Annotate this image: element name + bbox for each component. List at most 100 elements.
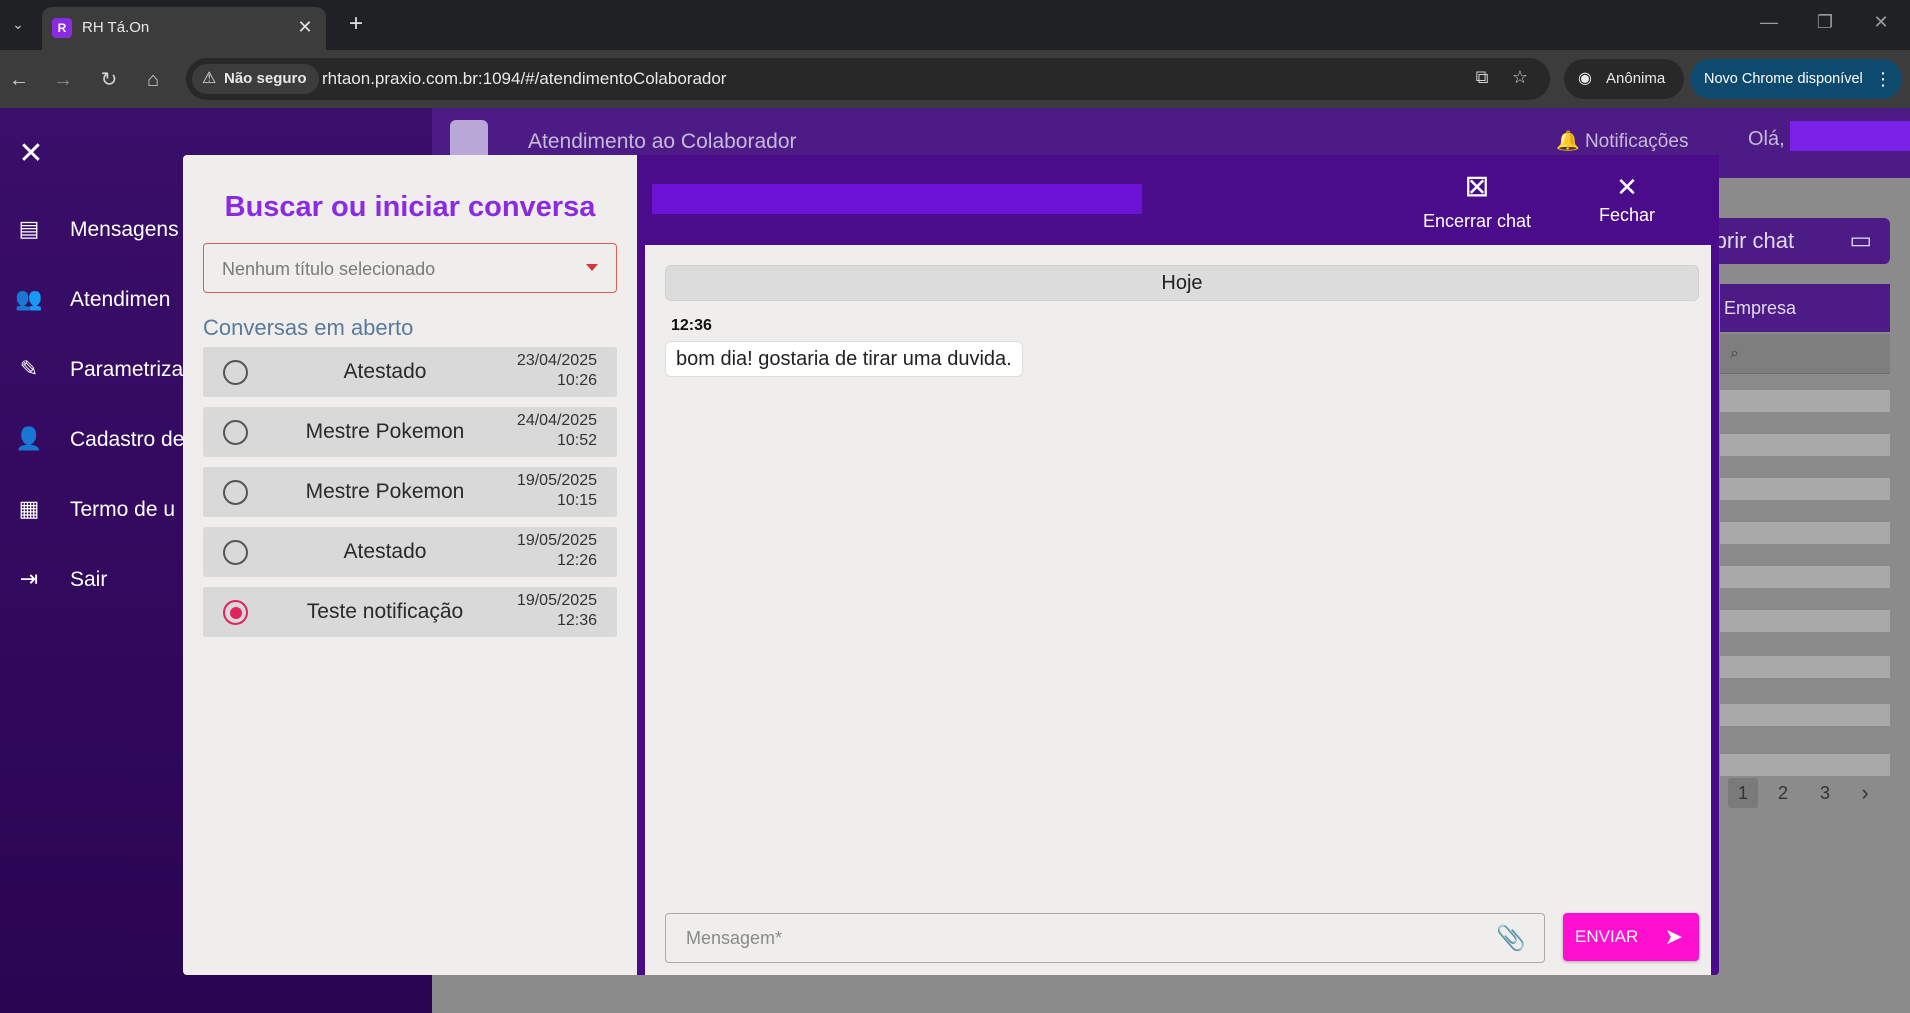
redacted-username xyxy=(1790,121,1910,151)
translate-icon[interactable]: ⧉ xyxy=(1470,67,1494,88)
page-2-button[interactable]: 2 xyxy=(1768,778,1798,808)
conversation-item[interactable]: Mestre Pokemon 24/04/2025 10:52 xyxy=(203,407,617,457)
send-icon: ➤ xyxy=(1664,924,1683,949)
reload-icon[interactable]: ↻ xyxy=(96,68,122,94)
radio-button[interactable] xyxy=(223,360,248,385)
page-1-button[interactable]: 1 xyxy=(1728,778,1758,808)
table-row[interactable] xyxy=(1720,704,1890,726)
tab-search-chevron-icon[interactable]: ⌄ xyxy=(4,10,32,38)
open-chat-button[interactable]: Abrir chat ▭ xyxy=(1692,218,1890,264)
conversation-item[interactable]: Mestre Pokemon 19/05/2025 10:15 xyxy=(203,467,617,517)
conversation-date: 23/04/2025 xyxy=(516,352,597,369)
support-icon: 👥 xyxy=(15,286,43,311)
notifications-label: Notificações xyxy=(1584,131,1689,152)
security-chip[interactable]: ⚠ Não seguro xyxy=(192,64,319,94)
sidebar-item-label: Termo de u xyxy=(70,498,176,521)
table-row[interactable] xyxy=(1720,610,1890,632)
sidebar-close-icon[interactable]: ✕ xyxy=(16,136,46,171)
send-label: ENVIAR xyxy=(1575,927,1639,946)
message-icon: ▤ xyxy=(18,216,40,241)
pagination: 1 2 3 › xyxy=(1720,768,1890,818)
radio-button[interactable] xyxy=(223,480,248,505)
conversation-title: Mestre Pokemon xyxy=(305,480,465,503)
dropdown-arrow-icon xyxy=(586,264,598,271)
document-icon: ▦ xyxy=(18,496,40,521)
conversation-time: 12:26 xyxy=(556,552,597,569)
redacted-contact-name xyxy=(652,184,1142,214)
table-row[interactable] xyxy=(1720,566,1890,588)
home-icon[interactable]: ⌂ xyxy=(140,68,166,94)
add-user-icon: 👤 xyxy=(15,426,43,451)
conversation-item-selected[interactable]: Teste notificação 19/05/2025 12:36 xyxy=(203,587,617,637)
radio-button[interactable] xyxy=(223,420,248,445)
page-3-button[interactable]: 3 xyxy=(1810,778,1840,808)
title-select[interactable]: Nenhum título selecionado xyxy=(203,243,617,293)
tab-close-icon[interactable]: ✕ xyxy=(294,16,316,38)
warning-icon: ⚠ xyxy=(202,70,217,87)
page-title: Atendimento ao Colaborador xyxy=(528,130,797,153)
browser-tabbar: ⌄ R RH Tá.On ✕ + — ❐ ✕ xyxy=(0,0,1910,50)
radio-button[interactable] xyxy=(223,540,248,565)
incognito-icon: ◉ xyxy=(1578,70,1592,87)
conversation-datetime: 19/05/2025 12:36 xyxy=(517,591,597,631)
greeting: Olá, : xyxy=(1748,128,1796,150)
minimize-icon[interactable]: — xyxy=(1754,12,1784,33)
message-bubble: bom dia! gostaria de tirar uma duvida. xyxy=(665,341,1023,377)
tab-title: RH Tá.On xyxy=(82,19,150,36)
open-conversations-heading: Conversas em aberto xyxy=(203,315,414,340)
conversation-title: Teste notificação xyxy=(306,600,464,623)
attach-icon[interactable]: 📎 xyxy=(1496,924,1526,953)
close-modal-button[interactable]: ✕ Fechar xyxy=(1587,167,1667,226)
security-label: Não seguro xyxy=(224,70,307,87)
conversation-time: 10:26 xyxy=(556,372,597,389)
chat-modal: Buscar ou iniciar conversa Nenhum título… xyxy=(183,155,1719,975)
new-tab-icon[interactable]: + xyxy=(342,11,370,39)
logout-icon: ⇥ xyxy=(19,566,39,591)
incognito-chip[interactable]: ◉ Anônima xyxy=(1564,59,1684,99)
sidebar-item-label: Mensagens xyxy=(70,218,179,241)
conversation-item[interactable]: Atestado 19/05/2025 12:26 xyxy=(203,527,617,577)
radio-button-selected[interactable] xyxy=(223,600,248,625)
window-close-icon[interactable]: ✕ xyxy=(1866,12,1896,33)
url-text[interactable]: rhtaon.praxio.com.br:1094/#/atendimentoC… xyxy=(322,69,726,89)
table-search-icon[interactable]: ⌕ xyxy=(1720,334,1890,374)
address-bar[interactable]: ⚠ Não seguro rhtaon.praxio.com.br:1094/#… xyxy=(186,58,1550,100)
sidebar-item-label: Parametriza xyxy=(70,358,184,381)
conversation-time: 12:36 xyxy=(556,612,597,629)
restore-icon[interactable]: ❐ xyxy=(1810,12,1840,33)
next-page-icon[interactable]: › xyxy=(1850,778,1880,808)
end-chat-button[interactable]: ⊠ Encerrar chat xyxy=(1417,167,1537,232)
bell-icon: 🔔 xyxy=(1556,131,1580,152)
conversation-time: 10:15 xyxy=(556,492,597,509)
close-label: Fechar xyxy=(1598,205,1656,225)
table-row[interactable] xyxy=(1720,656,1890,678)
tab-favicon: R xyxy=(52,18,72,38)
conversation-time: 10:52 xyxy=(556,432,597,449)
bookmark-star-icon[interactable]: ☆ xyxy=(1508,67,1532,88)
sidebar-item-label: Sair xyxy=(70,568,108,591)
table-row[interactable] xyxy=(1720,434,1890,456)
message-input[interactable]: Mensagem* 📎 xyxy=(665,913,1545,963)
notifications-link[interactable]: 🔔 Notificações xyxy=(1556,129,1688,153)
browser-toolbar: ← → ↻ ⌂ ⚠ Não seguro rhtaon.praxio.com.b… xyxy=(0,50,1910,108)
chat-header: ⊠ Encerrar chat ✕ Fechar xyxy=(637,155,1719,245)
back-icon[interactable]: ← xyxy=(6,68,32,94)
sidebar-item-label: Cadastro de xyxy=(70,428,185,451)
table-row[interactable] xyxy=(1720,478,1890,500)
conversation-date: 19/05/2025 xyxy=(516,472,597,489)
table-header-empresa[interactable]: Empresa xyxy=(1720,284,1890,332)
send-button[interactable]: ENVIAR ➤ xyxy=(1563,913,1699,961)
conversation-date: 19/05/2025 xyxy=(516,532,597,549)
conversation-title: Mestre Pokemon xyxy=(305,420,465,443)
message-input-placeholder: Mensagem* xyxy=(686,928,783,948)
table-row[interactable] xyxy=(1720,390,1890,412)
menu-dots-icon[interactable]: ⋮ xyxy=(1874,59,1892,99)
day-separator: Hoje xyxy=(665,265,1699,301)
table-row[interactable] xyxy=(1720,522,1890,544)
conversation-date: 19/05/2025 xyxy=(516,592,597,609)
conversation-item[interactable]: Atestado 23/04/2025 10:26 xyxy=(203,347,617,397)
chrome-update-chip[interactable]: Novo Chrome disponível ⋮ xyxy=(1690,59,1902,99)
conversation-datetime: 24/04/2025 10:52 xyxy=(517,411,597,451)
forward-icon[interactable]: → xyxy=(50,68,76,94)
browser-tab[interactable]: R RH Tá.On ✕ xyxy=(42,7,326,50)
